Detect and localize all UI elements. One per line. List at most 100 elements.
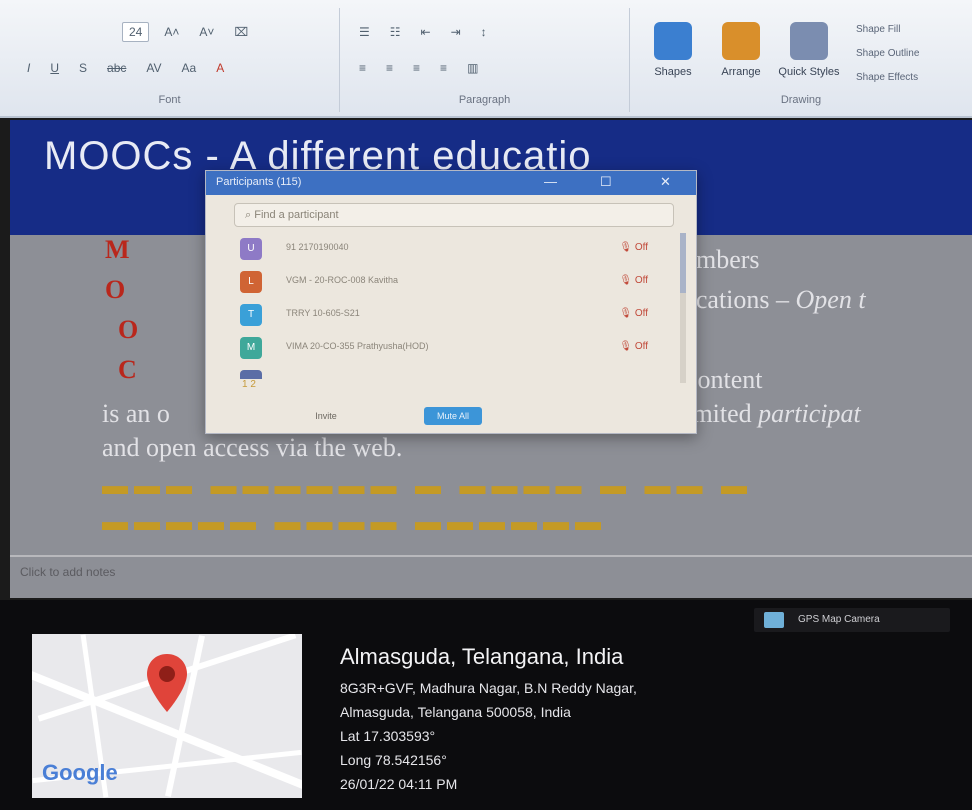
- italic-icon[interactable]: I: [22, 58, 35, 78]
- drawing-group-label: Drawing: [780, 94, 822, 106]
- increase-indent-icon[interactable]: ⇥: [446, 22, 466, 42]
- font-size-box[interactable]: 24: [122, 22, 150, 42]
- blurred-yellow-line-2: ▬▬▬▬▬ ▬▬▬▬ ▬▬▬▬▬▬: [102, 507, 607, 536]
- line5-right-text: limited participat: [678, 399, 861, 428]
- align-center-icon[interactable]: ≡: [381, 58, 398, 78]
- mic-off-status[interactable]: 🎙 Off: [619, 341, 648, 352]
- acronym-letter-o2: O: [118, 315, 139, 344]
- char-spacing-icon[interactable]: AV: [141, 58, 166, 78]
- numbering-icon[interactable]: ☷: [385, 22, 406, 42]
- acronym-letter-m: M: [105, 235, 130, 264]
- map-pin-icon: [147, 654, 187, 712]
- location-title: Almasguda, Telangana, India: [340, 644, 624, 669]
- clear-format-icon[interactable]: ⌧: [229, 22, 253, 42]
- quick-styles-button[interactable]: Quick Styles: [778, 22, 840, 78]
- scrollbar-thumb[interactable]: [680, 233, 686, 293]
- participants-dialog: Participants (115) — ☐ ✕ ⌕ Find a partic…: [205, 170, 697, 434]
- latitude: Lat 17.303593°: [340, 728, 436, 744]
- font-row-2: I U S abc AV Aa A: [22, 58, 229, 78]
- mic-off-status[interactable]: 🎙 Off: [619, 242, 648, 253]
- participant-row-partial[interactable]: [234, 365, 674, 379]
- mic-off-status[interactable]: 🎙 Off: [619, 275, 648, 286]
- line6-text: and open access via the web.: [102, 433, 403, 462]
- para-row-2: ≡ ≡ ≡ ≡ ▥: [354, 58, 483, 78]
- participant-avatar: T: [240, 304, 262, 326]
- participant-search-input[interactable]: ⌕ Find a participant: [234, 203, 674, 227]
- participant-name: TRRY 10-605-S21: [286, 308, 360, 318]
- participant-row[interactable]: U 91 2170190040 🎙 Off: [234, 233, 674, 266]
- dialog-title: Participants (115): [216, 176, 302, 188]
- shape-format-list: Shape Fill Shape Outline Shape Effects: [856, 18, 919, 90]
- acronym-letter-o1: O: [105, 275, 126, 304]
- date-time: 26/01/22 04:11 PM: [340, 776, 458, 792]
- font-group-label: Font: [158, 94, 181, 106]
- shrink-font-icon[interactable]: A˅: [194, 22, 219, 42]
- mic-off-status[interactable]: 🎙 Off: [619, 308, 648, 319]
- gps-camera-label: GPS Map Camera: [798, 614, 880, 625]
- invite-button[interactable]: Invite: [298, 407, 354, 425]
- participant-avatar: [240, 370, 262, 379]
- line4-text: content: [686, 365, 763, 394]
- columns-icon[interactable]: ▥: [462, 58, 483, 78]
- justify-icon[interactable]: ≡: [435, 58, 452, 78]
- shape-effects-button[interactable]: Shape Effects: [856, 66, 919, 90]
- line2-text: fications – Open t: [680, 285, 866, 314]
- bullets-icon[interactable]: ☰: [354, 22, 375, 42]
- participant-row[interactable]: L VGM - 20-ROC-008 Kavitha 🎙 Off: [234, 266, 674, 299]
- shapes-button[interactable]: Shapes: [642, 22, 704, 78]
- gps-overlay: GPS Map Camera Google Almasguda, Telanga…: [0, 600, 972, 810]
- gps-camera-badge: GPS Map Camera: [754, 608, 950, 632]
- arrange-label: Arrange: [721, 66, 761, 78]
- underline-icon[interactable]: U: [45, 58, 64, 78]
- maximize-icon[interactable]: ☐: [600, 174, 612, 190]
- arrange-button[interactable]: Arrange: [710, 22, 772, 78]
- blurred-yellow-line-1: ▬▬▬ ▬▬▬▬▬▬ ▬ ▬▬▬▬ ▬ ▬▬ ▬: [102, 471, 753, 500]
- paragraph-group-label: Paragraph: [458, 94, 511, 106]
- participant-avatar: L: [240, 271, 262, 293]
- search-icon: ⌕: [245, 209, 255, 221]
- participant-name: VIMA 20-CO-355 Prathyusha(HOD): [286, 341, 429, 351]
- notes-placeholder[interactable]: Click to add notes: [20, 565, 115, 579]
- participant-name: VGM - 20-ROC-008 Kavitha: [286, 275, 399, 285]
- google-logo: Google: [42, 760, 118, 785]
- line-spacing-icon[interactable]: ↕: [476, 22, 492, 42]
- close-icon[interactable]: ✕: [660, 174, 671, 190]
- shape-fill-button[interactable]: Shape Fill: [856, 18, 919, 42]
- location-map: Google: [32, 634, 302, 798]
- office-ribbon: 24 A˄ A˅ ⌧ I U S abc AV Aa A Font ☰ ☷ ⇤ …: [0, 0, 972, 118]
- font-row-1: 24 A˄ A˅ ⌧: [122, 22, 253, 42]
- drawing-group: Shapes Arrange Quick Styles Shape Fill S…: [630, 8, 972, 112]
- longitude: Long 78.542156°: [340, 752, 447, 768]
- align-right-icon[interactable]: ≡: [408, 58, 425, 78]
- font-color-icon[interactable]: A: [211, 58, 229, 78]
- participant-name: 91 2170190040: [286, 242, 349, 252]
- participant-avatar: U: [240, 238, 262, 260]
- shape-outline-button[interactable]: Shape Outline: [856, 42, 919, 66]
- more-indicator: 1 2: [242, 379, 256, 390]
- quick-styles-label: Quick Styles: [778, 66, 840, 78]
- shadow-icon[interactable]: S: [74, 58, 92, 78]
- participant-scrollbar[interactable]: [680, 233, 686, 383]
- acronym-letter-c: C: [118, 355, 137, 384]
- change-case-icon[interactable]: Aa: [177, 58, 202, 78]
- minimize-icon[interactable]: —: [544, 174, 557, 189]
- camera-icon: [764, 612, 784, 628]
- decrease-indent-icon[interactable]: ⇤: [416, 22, 436, 42]
- participant-row[interactable]: M VIMA 20-CO-355 Prathyusha(HOD) 🎙 Off: [234, 332, 674, 365]
- para-row-1: ☰ ☷ ⇤ ⇥ ↕: [354, 22, 492, 42]
- participant-row[interactable]: T TRRY 10-605-S21 🎙 Off: [234, 299, 674, 332]
- participant-list: U 91 2170190040 🎙 Off L VGM - 20-ROC-008…: [234, 233, 674, 379]
- participant-avatar: M: [240, 337, 262, 359]
- notes-divider: [10, 555, 972, 557]
- paragraph-group: ☰ ☷ ⇤ ⇥ ↕ ≡ ≡ ≡ ≡ ▥ Paragraph: [340, 8, 630, 112]
- dialog-titlebar[interactable]: Participants (115) — ☐ ✕: [206, 171, 696, 195]
- shapes-icon: [654, 22, 692, 60]
- strikethrough-icon[interactable]: abc: [102, 58, 131, 78]
- mute-all-button[interactable]: Mute All: [424, 407, 482, 425]
- grow-font-icon[interactable]: A˄: [159, 22, 184, 42]
- quick-styles-icon: [790, 22, 828, 60]
- address-line-2: Almasguda, Telangana 500058, India: [340, 704, 571, 720]
- address-line-1: 8G3R+GVF, Madhura Nagar, B.N Reddy Nagar…: [340, 680, 637, 696]
- align-left-icon[interactable]: ≡: [354, 58, 371, 78]
- shapes-label: Shapes: [654, 66, 692, 78]
